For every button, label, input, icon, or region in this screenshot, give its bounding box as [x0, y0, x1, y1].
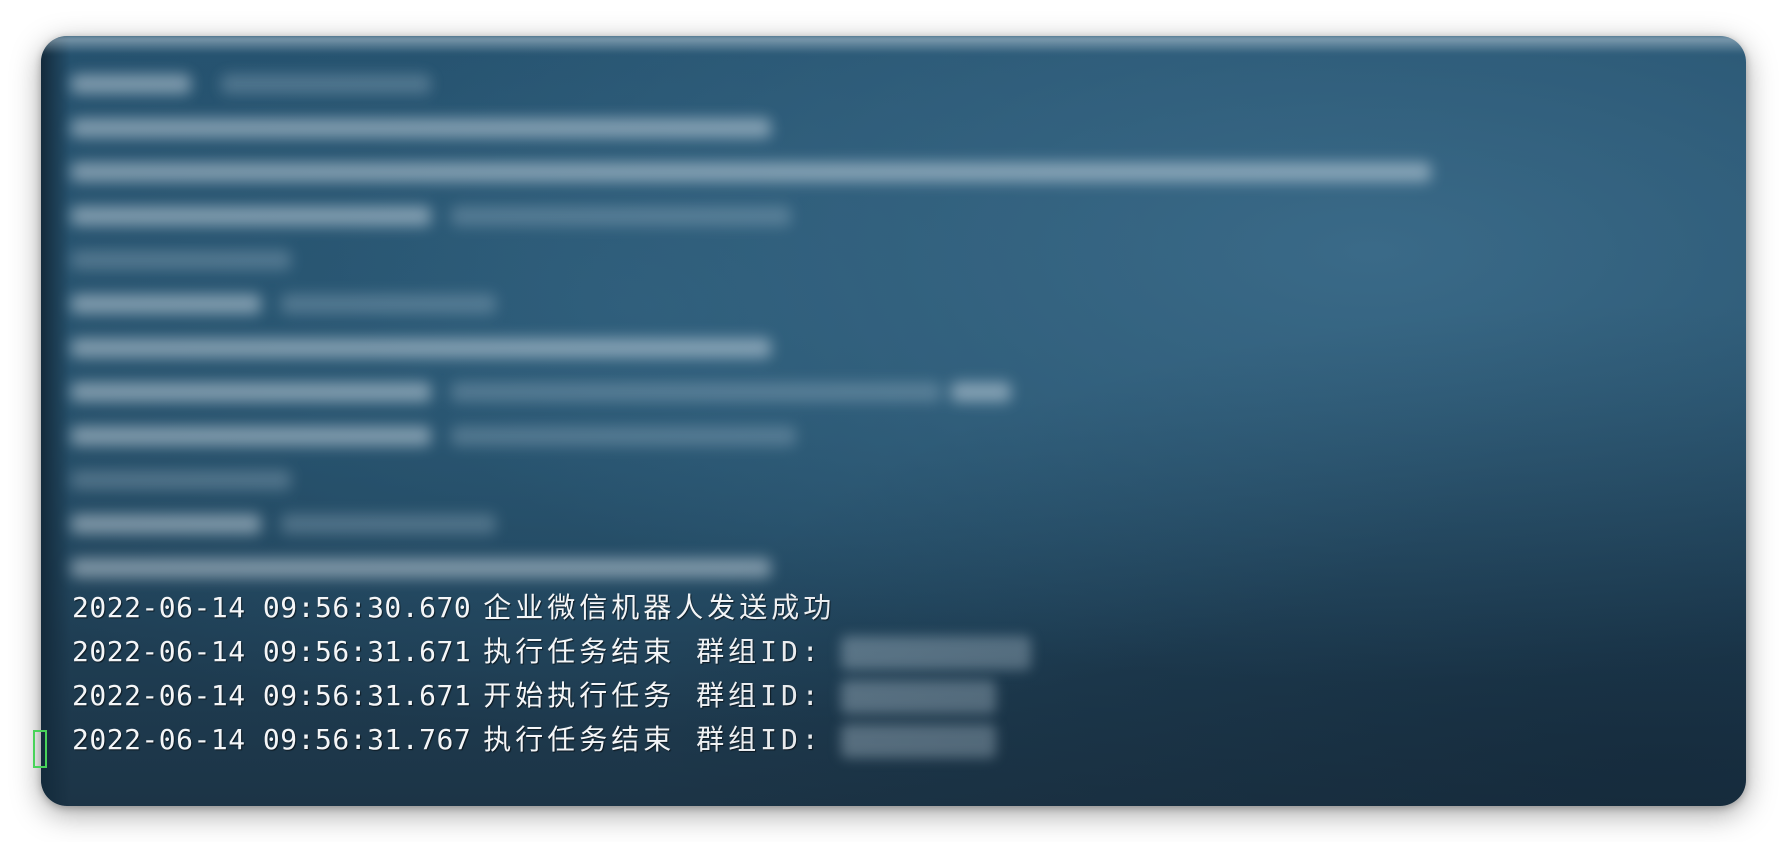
- log-output: 2022-06-14 09:56:30.670 企业微信机器人发送成功 2022-…: [72, 586, 1672, 762]
- blurred-line: [71, 514, 261, 534]
- log-message: 开始执行任务 群组ID:: [483, 679, 823, 712]
- log-timestamp: 2022-06-14 09:56:31.671: [72, 635, 472, 668]
- log-timestamp: 2022-06-14 09:56:30.670: [72, 591, 472, 624]
- blurred-line: [71, 294, 261, 314]
- log-line: 2022-06-14 09:56:31.767 执行任务结束 群组ID:: [72, 718, 1672, 762]
- blurred-line: [71, 250, 291, 270]
- blurred-line: [71, 558, 771, 578]
- log-message: 执行任务结束 群组ID:: [483, 635, 823, 668]
- log-message: 执行任务结束 群组ID:: [483, 723, 823, 756]
- log-line: 2022-06-14 09:56:31.671 执行任务结束 群组ID:: [72, 630, 1672, 674]
- terminal-window[interactable]: 2022-06-14 09:56:30.670 企业微信机器人发送成功 2022-…: [41, 36, 1746, 806]
- blurred-line: [451, 382, 941, 402]
- log-timestamp: 2022-06-14 09:56:31.671: [72, 679, 472, 712]
- terminal-top-edge: [41, 36, 1746, 54]
- log-line: 2022-06-14 09:56:30.670 企业微信机器人发送成功: [72, 586, 1672, 630]
- redacted-group-id: [840, 680, 996, 714]
- blurred-line: [281, 514, 496, 534]
- log-line: 2022-06-14 09:56:31.671 开始执行任务 群组ID:: [72, 674, 1672, 718]
- terminal-left-edge: [41, 36, 71, 806]
- blurred-line: [71, 206, 431, 226]
- blurred-line: [451, 426, 796, 446]
- blurred-line: [951, 382, 1011, 402]
- blurred-line: [71, 74, 191, 94]
- blurred-log-output: [71, 54, 1471, 594]
- redacted-group-id: [840, 724, 996, 758]
- blurred-line: [71, 426, 431, 446]
- blurred-line: [451, 206, 791, 226]
- blurred-line: [71, 382, 431, 402]
- redacted-group-id: [840, 636, 1031, 670]
- log-message: 企业微信机器人发送成功: [483, 591, 836, 624]
- terminal-cursor: [33, 730, 47, 768]
- blurred-line: [221, 74, 431, 94]
- blurred-line: [71, 470, 291, 490]
- blurred-line: [281, 294, 496, 314]
- blurred-line: [71, 118, 771, 138]
- log-timestamp: 2022-06-14 09:56:31.767: [72, 723, 472, 756]
- blurred-line: [71, 338, 771, 358]
- blurred-line: [71, 162, 1431, 182]
